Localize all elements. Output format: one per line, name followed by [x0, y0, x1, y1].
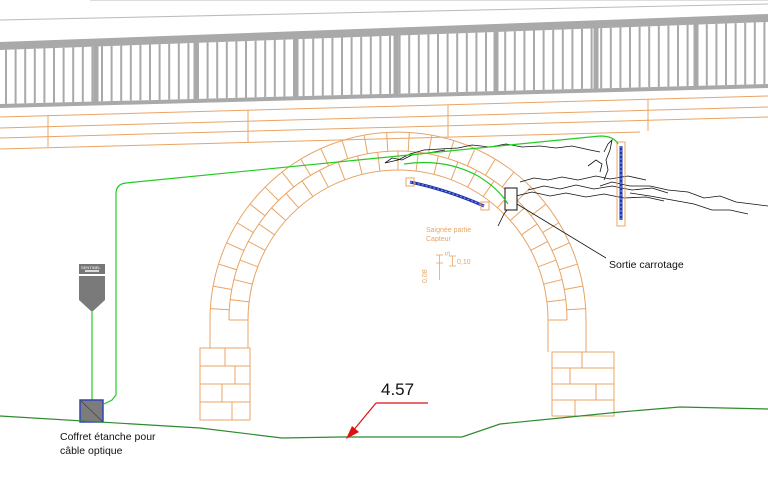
voussoir-joint [543, 279, 563, 285]
sensor-notch-label: Saignée partie Capteur [426, 226, 471, 244]
rock-outcrop [384, 138, 768, 227]
voussoir-joint [341, 140, 349, 159]
dimension-pointer [346, 402, 428, 439]
dim-label-010: 0,10 [457, 259, 471, 266]
sensor-device-icon [79, 264, 105, 312]
bridge-drawing [0, 0, 768, 439]
voussoir-joint [285, 193, 299, 209]
frame-lines [0, 0, 768, 21]
voussoir-joint [433, 155, 439, 175]
voussoir-joint [212, 285, 232, 291]
voussoir-joint [466, 148, 476, 167]
voussoir-joint [538, 259, 557, 268]
voussoir-joint [264, 186, 279, 201]
sortie-carrotage-label: Sortie carrotage [609, 259, 684, 271]
voussoir-joint [218, 263, 237, 271]
sensor-notch-label-line2: Capteur [426, 236, 451, 243]
masonry-arch [209, 131, 587, 352]
voussoir-joint [485, 158, 496, 176]
voussoir-joint [236, 222, 254, 233]
voussoir-joint [564, 285, 584, 291]
voussoir-joint [249, 203, 266, 217]
coffret-label: Coffret étanche pour câble optique [60, 430, 156, 458]
coffret-label-line2: câble optique [60, 445, 123, 457]
voussoir-joint [530, 241, 548, 251]
voussoir-joint [357, 155, 363, 175]
railing [0, 14, 768, 108]
dim-label-008: 0,08 [422, 269, 429, 283]
dim-label-s: S [445, 251, 452, 256]
coffret-box [79, 399, 104, 423]
voussoir-joint [447, 140, 455, 159]
sensor-vertical [616, 141, 626, 227]
voussoir-joint [363, 134, 369, 154]
device-tag: SENTINEL [81, 265, 101, 270]
voussoir-joint [230, 299, 250, 303]
voussoir-joint [271, 207, 287, 221]
voussoir-joint [501, 171, 515, 188]
voussoir-joint [301, 180, 314, 197]
voussoir-joint [407, 132, 410, 152]
arch-curve [247, 169, 549, 321]
voussoir-joint [281, 171, 295, 188]
voussoir-joint [300, 158, 311, 176]
voussoir-joint [233, 279, 253, 285]
voussoir-joint [415, 152, 419, 172]
arch-curve [228, 150, 568, 321]
voussoir-joint [210, 308, 230, 311]
voussoir-joint [559, 263, 578, 271]
voussoir-joint [319, 170, 329, 188]
sensor-notch-label-line1: Saignée partie [426, 227, 472, 234]
coffret-label-line1: Coffret étanche pour [60, 431, 156, 443]
voussoir-joint [546, 299, 566, 303]
voussoir-joint [377, 152, 381, 172]
voussoir-joint [551, 242, 570, 252]
sensor-arc [405, 177, 490, 211]
drawing-canvas: Coffret étanche pour câble optique Sorti… [0, 0, 768, 492]
voussoir-joint [258, 223, 275, 236]
voussoir-joint [248, 241, 266, 251]
voussoir-joint [239, 259, 258, 268]
dimension-value: 4.57 [381, 380, 415, 399]
voussoir-joint [566, 308, 586, 311]
voussoir-joint [386, 132, 389, 152]
voussoir-joint [450, 161, 459, 180]
voussoir-joint [521, 223, 538, 236]
voussoir-joint [226, 242, 245, 252]
small-dimension-marks [436, 254, 456, 280]
voussoir-joint [337, 161, 346, 180]
